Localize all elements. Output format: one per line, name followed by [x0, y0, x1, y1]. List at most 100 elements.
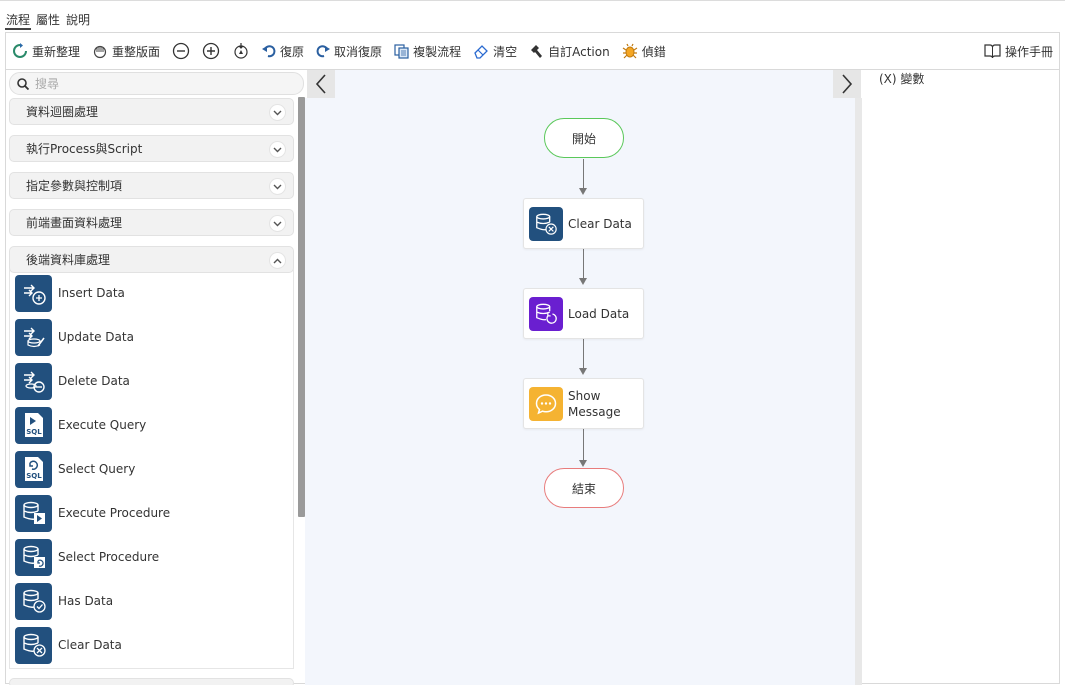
refresh-icon	[13, 43, 27, 58]
db-check-icon	[15, 582, 52, 620]
action-palette: 資料迴圈處理 執行Process與Script 指定參數與控制項 前端畫面資料處…	[6, 70, 305, 685]
reset-layout-button[interactable]: 重整版面	[86, 33, 166, 69]
connector	[583, 159, 584, 188]
flow-end-node[interactable]: 結束	[544, 468, 624, 508]
tab-flow[interactable]: 流程	[5, 12, 32, 30]
flow-node-load-data[interactable]: Load Data	[523, 288, 644, 339]
redo-label: 取消復原	[334, 44, 383, 59]
flow-start-node[interactable]: 開始	[544, 118, 624, 158]
item-label: Execute Query	[58, 418, 147, 432]
start-label: 開始	[571, 131, 596, 146]
zoom-in-button[interactable]	[196, 33, 226, 69]
eraser-icon	[474, 45, 488, 59]
item-label: Has Data	[58, 594, 114, 608]
node-label: Clear Data	[568, 216, 632, 231]
palette-item-insert-data[interactable]: Insert Data	[15, 273, 125, 313]
category-loop[interactable]: 資料迴圈處理	[9, 98, 294, 125]
connector	[583, 429, 584, 460]
tab-bar: 流程 屬性 說明	[5, 12, 91, 30]
collapse-left-button[interactable]	[307, 70, 335, 98]
clear-label: 清空	[493, 44, 518, 59]
category-label: 執行Process與Script	[26, 142, 143, 156]
custom-action-button[interactable]: 自訂Action	[523, 33, 616, 69]
refresh-button[interactable]: 重新整理	[6, 33, 86, 69]
manual-button[interactable]: 操作手冊	[978, 33, 1059, 69]
chevron-left-icon	[315, 74, 326, 94]
fit-view-button[interactable]	[226, 33, 256, 69]
zoom-out-button[interactable]	[166, 33, 196, 69]
chevron-down-icon[interactable]	[269, 178, 286, 195]
tab-help[interactable]: 說明	[65, 12, 91, 30]
palette-item-execute-procedure[interactable]: Execute Procedure	[15, 493, 170, 533]
search-box	[9, 72, 304, 95]
hammer-icon	[531, 44, 543, 58]
chevron-down-icon[interactable]	[269, 141, 286, 158]
category-label: 資料迴圈處理	[26, 105, 99, 119]
db-clear-icon	[15, 626, 52, 664]
redo-icon	[316, 45, 331, 58]
palette-item-select-query[interactable]: SQL Select Query	[15, 449, 135, 489]
debug-label: 偵錯	[641, 44, 666, 59]
palette-item-execute-query[interactable]: SQL Execute Query	[15, 405, 146, 445]
canvas-scroll-edge	[855, 98, 862, 685]
undo-icon	[262, 45, 276, 58]
search-input[interactable]	[35, 76, 275, 91]
bug-icon	[622, 43, 638, 59]
debug-button[interactable]: 偵錯	[616, 33, 672, 69]
procedure-execute-icon	[15, 494, 52, 532]
item-label: Insert Data	[58, 286, 125, 300]
item-label: Select Procedure	[58, 550, 160, 564]
palette-item-update-data[interactable]: Update Data	[15, 317, 134, 357]
copy-icon	[394, 43, 409, 59]
collapse-right-button[interactable]	[833, 70, 861, 98]
node-label: Load Data	[568, 306, 630, 321]
chevron-right-icon	[842, 74, 853, 94]
chevron-up-icon[interactable]	[269, 252, 286, 269]
zoom-in-icon	[202, 42, 220, 60]
clear-button[interactable]: 清空	[467, 33, 523, 69]
reset-layout-label: 重整版面	[112, 44, 161, 59]
sql-execute-icon: SQL	[15, 406, 52, 444]
db-insert-icon	[15, 274, 52, 312]
category-process-script[interactable]: 執行Process與Script	[9, 135, 294, 162]
copy-flow-label: 複製流程	[413, 44, 462, 59]
item-label: Execute Procedure	[58, 506, 171, 520]
palette-item-clear-data[interactable]: Clear Data	[15, 625, 122, 665]
palette-item-select-procedure[interactable]: Select Procedure	[15, 537, 159, 577]
chevron-down-icon[interactable]	[269, 104, 286, 121]
category-params-controls[interactable]: 指定參數與控制項	[9, 172, 294, 199]
item-label: Select Query	[58, 462, 136, 476]
db-clear-icon	[529, 206, 563, 241]
svg-text:SQL: SQL	[26, 472, 42, 480]
variables-panel: (X) 變數	[862, 70, 1059, 683]
undo-label: 復原	[280, 44, 305, 59]
undo-button[interactable]: 復原	[256, 33, 310, 69]
redo-button[interactable]: 取消復原	[310, 33, 388, 69]
palette-item-has-data[interactable]: Has Data	[15, 581, 113, 621]
top-border	[0, 0, 1065, 1]
custom-action-label: 自訂Action	[548, 44, 610, 59]
db-update-icon	[15, 318, 52, 356]
flow-node-show-message[interactable]: Show Message	[523, 378, 644, 429]
flow-node-clear-data[interactable]: Clear Data	[523, 198, 644, 249]
variables-header[interactable]: (X) 變數	[879, 70, 924, 87]
search-icon	[17, 77, 29, 90]
procedure-select-icon	[15, 538, 52, 576]
chevron-down-icon[interactable]	[269, 215, 286, 232]
manual-label: 操作手冊	[1004, 44, 1053, 59]
category-frontend-data[interactable]: 前端畫面資料處理	[9, 209, 294, 236]
category-items: Insert Data Update Data Delete Data SQL …	[9, 269, 294, 669]
sql-select-icon: SQL	[15, 450, 52, 488]
copy-flow-button[interactable]: 複製流程	[388, 33, 467, 69]
item-label: Delete Data	[58, 374, 130, 388]
palette-item-delete-data[interactable]: Delete Data	[15, 361, 130, 401]
toolbar: 重新整理 重整版面 復原 取消復原 複製流程 清空 自訂Action 偵錯 操作…	[5, 32, 1060, 69]
refresh-label: 重新整理	[32, 44, 81, 59]
palette-scrollbar[interactable]	[298, 97, 305, 517]
book-icon	[984, 44, 1001, 58]
layout-icon	[93, 45, 107, 59]
zoom-out-icon	[172, 42, 190, 60]
arrowhead	[579, 368, 587, 375]
tab-properties[interactable]: 屬性	[35, 12, 61, 30]
chat-bubble-icon	[529, 386, 563, 421]
